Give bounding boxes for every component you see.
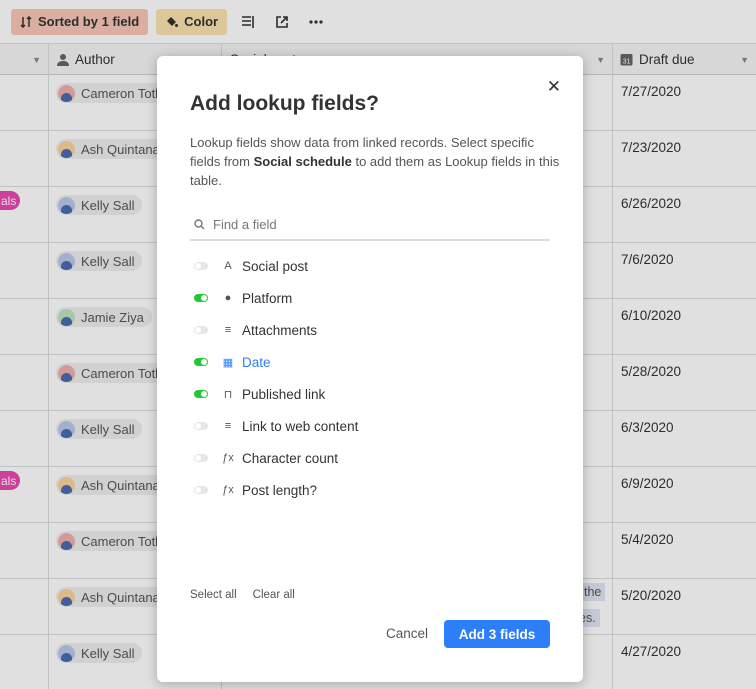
field-label: Date xyxy=(242,354,271,370)
field-label: Platform xyxy=(242,290,293,306)
field-label: Published link xyxy=(242,386,326,402)
lookup-icon: ≡ xyxy=(224,324,232,336)
field-toggle[interactable] xyxy=(194,358,208,366)
linked-table-name: Social schedule xyxy=(253,154,352,169)
selection-links: Select all Clear all xyxy=(190,589,295,601)
field-option[interactable]: ≡ Attachments xyxy=(190,314,550,346)
lookup-icon: ≡ xyxy=(224,420,232,432)
cancel-button[interactable]: Cancel xyxy=(386,626,428,641)
field-option[interactable]: ƒx Post length? xyxy=(190,474,550,506)
formula-icon: ƒx xyxy=(222,484,234,496)
field-toggle[interactable] xyxy=(194,454,208,462)
field-label: Attachments xyxy=(242,322,318,338)
field-toggle[interactable] xyxy=(194,486,208,494)
field-toggle[interactable] xyxy=(194,262,208,270)
calendar-icon: ▦ xyxy=(222,356,234,369)
field-option[interactable]: ⊓ Published link xyxy=(190,378,550,410)
field-label: Social post xyxy=(242,258,309,274)
field-toggle[interactable] xyxy=(194,326,208,334)
formula-icon: ƒx xyxy=(222,452,234,464)
field-label: Post length? xyxy=(242,482,318,498)
search-icon xyxy=(194,219,205,230)
single-select-icon: ● xyxy=(224,292,232,304)
field-toggle[interactable] xyxy=(194,422,208,430)
field-toggle[interactable] xyxy=(194,390,208,398)
link-icon: ⊓ xyxy=(223,388,233,401)
field-label: Character count xyxy=(242,450,339,466)
field-option[interactable]: A Social post xyxy=(190,250,550,282)
field-list: A Social post ● Platform ≡ Attachments ▦ Date ⊓ P… xyxy=(190,250,550,506)
field-option[interactable]: ≡ Link to web content xyxy=(190,410,550,442)
text-icon: A xyxy=(224,260,232,272)
field-option[interactable]: ● Platform xyxy=(190,282,550,314)
dialog-description: Lookup fields show data from linked reco… xyxy=(190,133,560,190)
field-label: Link to web content xyxy=(242,418,359,434)
field-search[interactable]: Find a field xyxy=(190,210,550,241)
field-toggle[interactable] xyxy=(194,294,208,302)
add-fields-button[interactable]: Add 3 fields xyxy=(444,620,550,648)
select-all-link[interactable]: Select all xyxy=(190,589,237,601)
close-icon[interactable]: ✕ xyxy=(547,77,561,97)
field-option[interactable]: ▦ Date xyxy=(190,346,550,378)
search-input[interactable]: Find a field xyxy=(213,217,277,232)
field-option[interactable]: ƒx Character count xyxy=(190,442,550,474)
dialog-title: Add lookup fields? xyxy=(190,92,379,115)
clear-all-link[interactable]: Clear all xyxy=(253,589,295,601)
add-lookup-fields-dialog: ✕ Add lookup fields? Lookup fields show … xyxy=(157,56,583,682)
